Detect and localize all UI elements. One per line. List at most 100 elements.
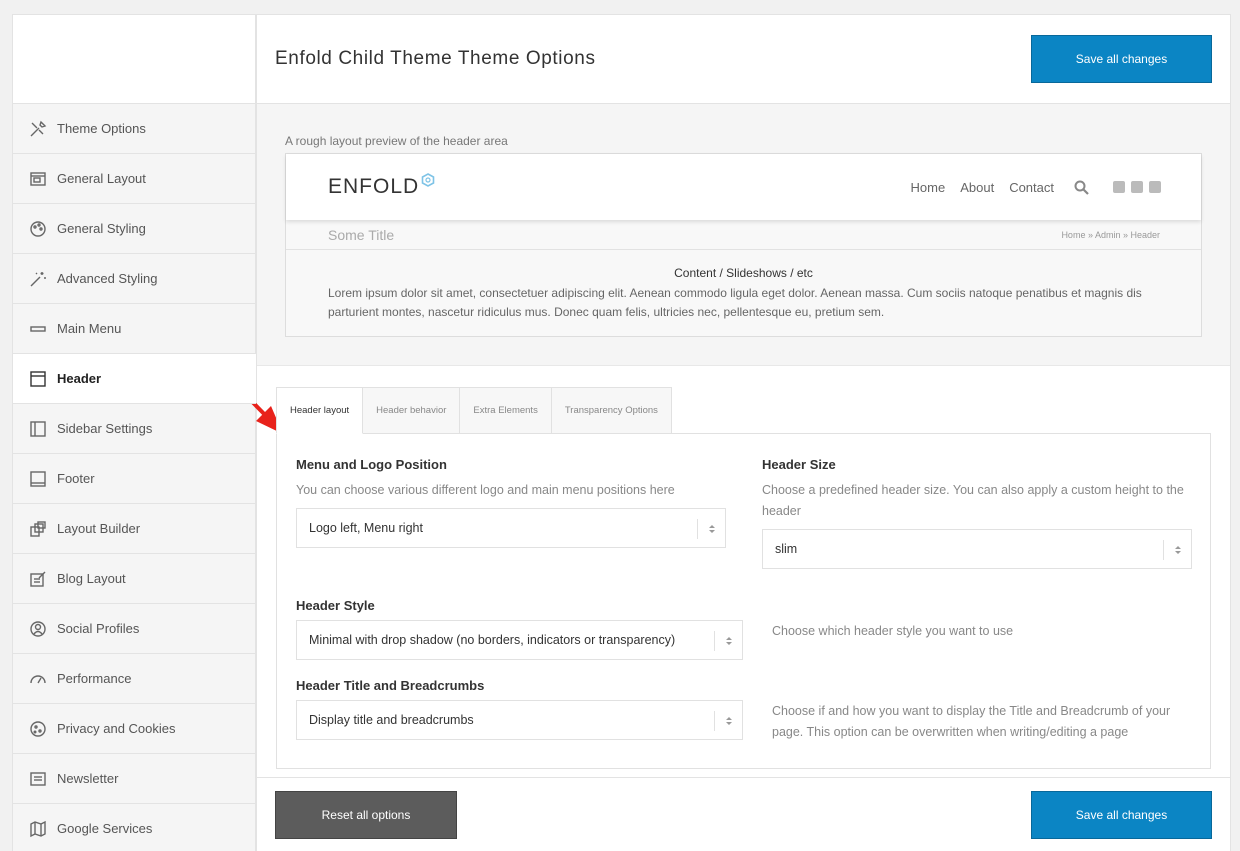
- sidebar-item-social-profiles[interactable]: Social Profiles: [13, 604, 255, 654]
- preview-content: Content / Slideshows / etc Lorem ipsum d…: [286, 250, 1201, 336]
- sidebar-item-label: Layout Builder: [57, 521, 141, 536]
- palette-icon: [28, 219, 47, 238]
- preview-breadcrumbs: Home » Admin » Header: [1061, 229, 1160, 240]
- sidebar-item-general-styling[interactable]: General Styling: [13, 204, 255, 254]
- newsletter-icon: [28, 769, 47, 788]
- tab-header-layout[interactable]: Header layout: [276, 387, 364, 434]
- title-breadcrumbs-label: Header Title and Breadcrumbs: [296, 678, 485, 693]
- footer-icon: [28, 469, 47, 488]
- facebook-icon: [1113, 181, 1125, 193]
- sidebar-item-performance[interactable]: Performance: [13, 654, 255, 704]
- magic-wand-icon: [28, 269, 47, 288]
- sidebar-item-label: Social Profiles: [57, 621, 140, 636]
- builder-icon: [28, 519, 47, 538]
- select-arrows-icon: [714, 631, 742, 651]
- save-all-button-top[interactable]: Save all changes: [1031, 35, 1212, 83]
- select-arrows-icon: [697, 519, 725, 539]
- menu-logo-label: Menu and Logo Position: [296, 457, 447, 472]
- preview-logo: ENFOLD: [328, 173, 435, 199]
- options-sidebar: Theme Options General Layout General Sty…: [12, 14, 256, 851]
- sidebar-item-label: Advanced Styling: [57, 271, 158, 286]
- twitter-icon: [1131, 181, 1143, 193]
- sidebar-item-label: General Layout: [57, 171, 146, 186]
- sidebar-item-theme-options[interactable]: Theme Options: [13, 104, 255, 154]
- logo-hex-icon: [421, 173, 435, 187]
- header-preview: ENFOLD Home About Contact Some Title Hom…: [285, 153, 1202, 337]
- sidebar-item-main-menu[interactable]: Main Menu: [13, 304, 255, 354]
- preview-nav: Home About Contact: [896, 180, 1161, 195]
- options-footer-bar: Reset all options Save all changes: [257, 777, 1230, 851]
- preview-nav-home: Home: [910, 179, 946, 195]
- sidebar-item-label: Theme Options: [57, 121, 146, 136]
- header-size-value: slim: [775, 542, 798, 556]
- tab-header-behavior[interactable]: Header behavior: [363, 387, 461, 434]
- save-all-button-bottom[interactable]: Save all changes: [1031, 791, 1212, 839]
- sidebar-item-google-services[interactable]: Google Services: [13, 804, 255, 851]
- sidebar-item-newsletter[interactable]: Newsletter: [13, 754, 255, 804]
- preview-content-title: Content / Slideshows / etc: [674, 266, 813, 280]
- header-style-label: Header Style: [296, 598, 375, 613]
- menu-logo-value: Logo left, Menu right: [309, 521, 423, 535]
- preview-social-icons: [1107, 181, 1161, 193]
- sidebar-item-privacy-cookies[interactable]: Privacy and Cookies: [13, 704, 255, 754]
- header-preview-area: A rough layout preview of the header are…: [257, 104, 1230, 366]
- title-breadcrumbs-desc: Choose if and how you want to display th…: [772, 704, 1171, 739]
- tab-transparency-options[interactable]: Transparency Options: [551, 387, 672, 434]
- header-icon: [28, 369, 47, 388]
- menu-logo-select[interactable]: Logo left, Menu right: [296, 508, 726, 548]
- preview-page-title: Some Title: [328, 226, 395, 243]
- sidebar-item-label: Header: [57, 371, 102, 386]
- preview-caption: A rough layout preview of the header are…: [285, 134, 508, 148]
- sidebar-item-header[interactable]: Header: [13, 354, 256, 404]
- header-style-select[interactable]: Minimal with drop shadow (no borders, in…: [296, 620, 743, 660]
- options-tabs-wrap: Header layout Header behavior Extra Elem…: [276, 387, 1211, 769]
- sidebar-item-general-layout[interactable]: General Layout: [13, 154, 255, 204]
- sidebar-item-footer[interactable]: Footer: [13, 454, 255, 504]
- sidebar-item-label: Main Menu: [57, 321, 122, 336]
- reset-all-button[interactable]: Reset all options: [275, 791, 457, 839]
- header-size-desc: Choose a predefined header size. You can…: [762, 483, 1184, 518]
- options-main-panel: Enfold Child Theme Theme Options Save al…: [256, 14, 1231, 851]
- menu-logo-desc: You can choose various different logo an…: [296, 483, 675, 497]
- sidebar-item-sidebar-settings[interactable]: Sidebar Settings: [13, 404, 255, 454]
- preview-header: ENFOLD Home About Contact: [286, 154, 1201, 220]
- header-style-value: Minimal with drop shadow (no borders, in…: [309, 633, 676, 647]
- sidebar-item-label: Google Services: [57, 821, 153, 836]
- sidebar-item-label: Newsletter: [57, 771, 119, 786]
- select-arrows-icon: [1163, 540, 1191, 560]
- title-breadcrumbs-select[interactable]: Display title and breadcrumbs: [296, 700, 743, 740]
- preview-nav-contact: Contact: [1009, 179, 1054, 195]
- gauge-icon: [28, 669, 47, 688]
- preview-logo-text: ENFOLD: [328, 175, 420, 198]
- map-icon: [28, 819, 47, 838]
- tab-panel-header-layout: Menu and Logo Position You can choose va…: [276, 433, 1211, 769]
- layout-icon: [28, 169, 47, 188]
- menu-bar-icon: [28, 319, 47, 338]
- sidebar-item-label: Performance: [57, 671, 132, 686]
- social-icon: [28, 619, 47, 638]
- header-size-label: Header Size: [762, 457, 836, 472]
- sidebar-icon: [28, 419, 47, 438]
- blog-icon: [28, 569, 47, 588]
- sidebar-item-advanced-styling[interactable]: Advanced Styling: [13, 254, 255, 304]
- sidebar-item-label: Privacy and Cookies: [57, 721, 176, 736]
- sidebar-item-label: Blog Layout: [57, 571, 126, 586]
- tools-icon: [28, 119, 47, 138]
- flickr-icon: [1149, 181, 1161, 193]
- preview-nav-about: About: [960, 179, 995, 195]
- header-style-desc: Choose which header style you want to us…: [772, 624, 1014, 638]
- tab-extra-elements[interactable]: Extra Elements: [460, 387, 552, 434]
- sidebar-item-label: General Styling: [57, 221, 146, 236]
- preview-title-bar: Some Title Home » Admin » Header: [286, 220, 1201, 250]
- main-header: Enfold Child Theme Theme Options Save al…: [257, 15, 1230, 104]
- sidebar-item-blog-layout[interactable]: Blog Layout: [13, 554, 255, 604]
- cookie-icon: [28, 719, 47, 738]
- sidebar-logo-area: [13, 15, 255, 104]
- page-title: Enfold Child Theme Theme Options: [275, 48, 596, 69]
- header-size-select[interactable]: slim: [762, 529, 1192, 569]
- sidebar-item-label: Footer: [57, 471, 95, 486]
- sidebar-item-layout-builder[interactable]: Layout Builder: [13, 504, 255, 554]
- title-breadcrumbs-value: Display title and breadcrumbs: [309, 713, 474, 727]
- search-icon: [1074, 180, 1089, 195]
- sidebar-item-label: Sidebar Settings: [57, 421, 153, 436]
